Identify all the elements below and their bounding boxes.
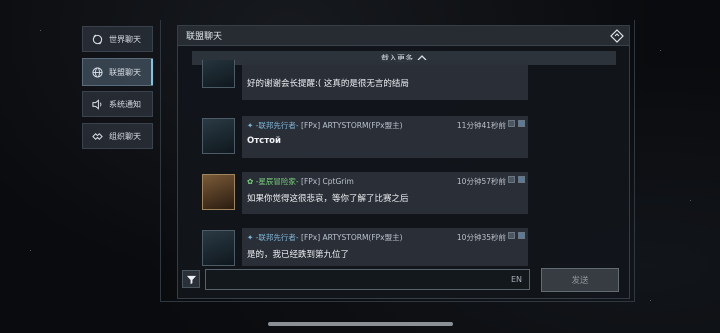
handshake-icon: [91, 130, 103, 142]
chat-message: ✦ -联邦先行者- [FPx] ARTYSTORM(FPx盟主) 10分钟35秒…: [200, 228, 530, 266]
diamond-settings-icon[interactable]: [610, 29, 624, 43]
message-meta: ✦ -联邦先行者- [FPx] ARTYSTORM(FPx盟主): [247, 233, 403, 242]
copy-icon[interactable]: [508, 232, 515, 239]
avatar[interactable]: [202, 60, 235, 88]
message-text: Отстой: [247, 136, 281, 146]
frame-right-line: [634, 20, 635, 302]
avatar[interactable]: [202, 230, 235, 266]
speaker-icon: [91, 98, 103, 110]
sidebar-item-label: 系统通知: [109, 99, 141, 109]
panel-title: 联盟聊天: [186, 32, 223, 42]
chat-input[interactable]: EN: [205, 269, 530, 290]
avatar[interactable]: [202, 174, 235, 210]
sidebar-item-alliance-chat[interactable]: 联盟聊天: [82, 58, 153, 86]
rank-label: 联邦先行者: [258, 233, 296, 242]
translate-icon[interactable]: [518, 232, 525, 239]
message-text: 如果你觉得这很悲哀，等你了解了比赛之后: [247, 194, 409, 204]
send-label: 发送: [571, 276, 589, 286]
chat-message: ✿ -星辰冒险家- [FPx] CptGrim 10分钟57秒前 如果你觉得这很…: [200, 172, 530, 214]
filter-icon: [186, 275, 196, 284]
rank-label: 星辰冒险家: [258, 177, 296, 186]
avatar[interactable]: [202, 118, 235, 154]
frame-bottom-line: [160, 301, 635, 302]
rank-icon: ✿: [247, 177, 254, 186]
chat-message: ✦ -联邦先行者- [FPx] ARTYSTORM(FPx盟主) 11分钟41秒…: [200, 116, 530, 158]
send-button[interactable]: 发送: [541, 268, 619, 292]
message-time: 10分钟35秒前: [456, 233, 506, 242]
panel-header: 联盟聊天: [178, 26, 629, 46]
chat-message: 好的谢谢会长提醒:( 这真的是很无言的结局: [200, 60, 530, 100]
message-bubble: 好的谢谢会长提醒:( 这真的是很无言的结局: [242, 60, 528, 100]
message-bubble: ✦ -联邦先行者- [FPx] ARTYSTORM(FPx盟主) 11分钟41秒…: [242, 116, 528, 158]
message-text: 好的谢谢会长提醒:( 这真的是很无言的结局: [247, 79, 409, 89]
copy-icon[interactable]: [508, 120, 515, 127]
message-time: 11分钟41秒前: [456, 121, 506, 130]
message-meta: ✦ -联邦先行者- [FPx] ARTYSTORM(FPx盟主): [247, 121, 403, 130]
rank-icon: ✦: [247, 121, 254, 130]
sidebar-item-system-notice[interactable]: 系统通知: [82, 91, 153, 117]
home-indicator[interactable]: [268, 322, 453, 326]
message-bubble: ✦ -联邦先行者- [FPx] ARTYSTORM(FPx盟主) 10分钟35秒…: [242, 228, 528, 266]
sidebar-item-label: 联盟聊天: [109, 67, 141, 77]
sidebar-item-label: 组织聊天: [109, 131, 141, 141]
sidebar-item-label: 世界聊天: [109, 34, 141, 44]
sidebar-item-world-chat[interactable]: 世界聊天: [82, 26, 153, 52]
sender-name[interactable]: [FPx] ARTYSTORM(FPx盟主): [301, 121, 403, 130]
sidebar-item-org-chat[interactable]: 组织聊天: [82, 123, 153, 149]
translate-icon[interactable]: [518, 176, 525, 183]
language-toggle[interactable]: EN: [511, 275, 522, 284]
sender-name[interactable]: [FPx] ARTYSTORM(FPx盟主): [301, 233, 403, 242]
world-chat-icon: [91, 33, 103, 45]
message-meta: ✿ -星辰冒险家- [FPx] CptGrim: [247, 177, 354, 186]
copy-icon[interactable]: [508, 176, 515, 183]
rank-icon: ✦: [247, 233, 254, 242]
message-bubble: ✿ -星辰冒险家- [FPx] CptGrim 10分钟57秒前 如果你觉得这很…: [242, 172, 528, 214]
sender-name[interactable]: [FPx] CptGrim: [301, 177, 354, 186]
message-text: 是的，我已经跌到第九位了: [247, 250, 350, 260]
translate-icon[interactable]: [518, 120, 525, 127]
rank-label: 联邦先行者: [258, 121, 296, 130]
frame-divider: [160, 20, 161, 302]
chat-panel: 联盟聊天 载入更多 好的谢谢会长提醒:( 这真的是很无言的结局 ✦ -联邦先行者…: [177, 25, 630, 299]
message-time: 10分钟57秒前: [456, 177, 506, 186]
globe-icon: [91, 66, 103, 78]
filter-button[interactable]: [182, 270, 200, 288]
